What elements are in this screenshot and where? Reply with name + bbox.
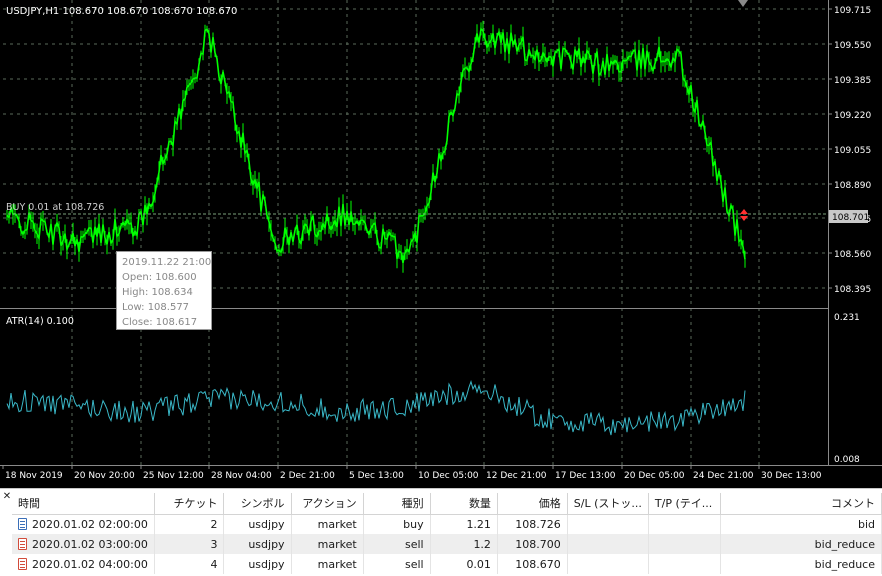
row-symbol: usdjpy xyxy=(223,554,292,574)
price-tick-label: 109.715 xyxy=(834,6,871,16)
price-chart[interactable]: 109.715 109.550 109.385 109.220 109.055 108.8… xyxy=(0,0,882,488)
price-axis-border xyxy=(828,0,829,466)
row-comment: bid xyxy=(720,514,882,534)
row-time-text: 2020.01.02 04:00:00 xyxy=(32,557,148,571)
header-comment[interactable]: コメント xyxy=(720,493,882,515)
date-tick-label: 30 Dec 13:00 xyxy=(761,471,822,481)
candle-tooltip: 2019.11.22 21:00 Open: 108.600 High: 108… xyxy=(116,251,212,330)
row-symbol: usdjpy xyxy=(223,534,292,554)
orders-panel: ✕ 時間 チケット シンボル アクション 種別 数量 価格 S/L (ストッ..… xyxy=(0,488,882,576)
row-ticket: 4 xyxy=(154,554,225,574)
price-tick-label: 109.220 xyxy=(834,111,871,121)
row-time-text: 2020.01.02 02:00:00 xyxy=(32,517,148,531)
header-type[interactable]: 種別 xyxy=(363,493,431,515)
time-axis-border xyxy=(0,465,882,466)
row-price: 108.670 xyxy=(497,554,568,574)
chart-title: USDJPY,H1 108.670 108.670 108.670 108.67… xyxy=(6,6,237,17)
date-tick-label: 24 Dec 21:00 xyxy=(693,471,754,481)
price-axis: 109.715 109.550 109.385 109.220 109.055 108.8… xyxy=(828,6,871,295)
row-volume: 1.21 xyxy=(430,514,498,534)
row-stop-loss xyxy=(567,514,649,534)
row-volume: 1.2 xyxy=(430,534,498,554)
row-comment: bid_reduce xyxy=(720,554,882,574)
row-time: 2020.01.02 02:00:00 xyxy=(12,514,155,534)
atr-min-tick: 0.008 xyxy=(834,455,860,465)
orders-table: 時間 チケット シンボル アクション 種別 数量 価格 S/L (ストッ... … xyxy=(12,493,882,574)
row-stop-loss xyxy=(567,554,649,574)
atr-max-tick: 0.231 xyxy=(834,313,860,323)
row-ticket: 2 xyxy=(154,514,225,534)
table-header-row: 時間 チケット シンボル アクション 種別 数量 価格 S/L (ストッ... … xyxy=(12,493,882,515)
price-tick-label: 109.385 xyxy=(834,76,871,86)
header-stop-loss[interactable]: S/L (ストッ... xyxy=(567,493,649,515)
row-take-profit xyxy=(648,514,721,534)
tooltip-low: Low: 108.577 xyxy=(122,302,190,313)
row-action: market xyxy=(291,534,364,554)
row-comment: bid_reduce xyxy=(720,534,882,554)
date-tick-label: 12 Dec 21:00 xyxy=(486,471,547,481)
tooltip-high: High: 108.634 xyxy=(122,287,193,298)
header-price[interactable]: 価格 xyxy=(497,493,568,515)
date-tick-label: 28 Nov 04:00 xyxy=(211,471,272,481)
header-volume[interactable]: 数量 xyxy=(430,493,498,515)
table-row[interactable]: 2020.01.02 03:00:00 3 usdjpy market sell… xyxy=(12,534,882,554)
table-row[interactable]: 2020.01.02 02:00:00 2 usdjpy market buy … xyxy=(12,514,882,534)
header-take-profit[interactable]: T/P (テイ... xyxy=(648,493,721,515)
buy-order-icon xyxy=(18,517,27,530)
date-tick-label: 10 Dec 05:00 xyxy=(418,471,479,481)
date-tick-label: 18 Nov 2019 xyxy=(5,471,63,481)
row-symbol: usdjpy xyxy=(223,514,292,534)
tooltip-close: Close: 108.617 xyxy=(122,317,198,328)
date-tick-label: 20 Nov 20:00 xyxy=(74,471,135,481)
row-stop-loss xyxy=(567,534,649,554)
row-time: 2020.01.02 03:00:00 xyxy=(12,534,155,554)
row-take-profit xyxy=(648,534,721,554)
chart-background xyxy=(0,0,882,488)
tooltip-open: Open: 108.600 xyxy=(122,272,197,283)
header-symbol[interactable]: シンボル xyxy=(223,493,292,515)
table-row[interactable]: 2020.01.02 04:00:00 4 usdjpy market sell… xyxy=(12,554,882,574)
current-price-label: 108.701 xyxy=(832,213,869,223)
row-ticket: 3 xyxy=(154,534,225,554)
sell-order-icon xyxy=(18,557,27,570)
row-time: 2020.01.02 04:00:00 xyxy=(12,554,155,574)
price-tick-label: 108.890 xyxy=(834,181,871,191)
date-tick-label: 17 Dec 13:00 xyxy=(555,471,616,481)
row-type: buy xyxy=(363,514,431,534)
date-tick-label: 5 Dec 13:00 xyxy=(349,471,404,481)
date-tick-label: 2 Dec 21:00 xyxy=(280,471,335,481)
sell-order-icon xyxy=(18,537,27,550)
price-tick-label: 108.560 xyxy=(834,250,871,260)
close-icon[interactable]: ✕ xyxy=(2,491,12,502)
price-tick-label: 109.055 xyxy=(834,146,871,156)
row-type: sell xyxy=(363,554,431,574)
row-type: sell xyxy=(363,534,431,554)
header-action[interactable]: アクション xyxy=(291,493,364,515)
row-price: 108.726 xyxy=(497,514,568,534)
tooltip-time: 2019.11.22 21:00 xyxy=(122,257,212,268)
date-tick-label: 25 Nov 12:00 xyxy=(143,471,204,481)
header-ticket[interactable]: チケット xyxy=(154,493,225,515)
row-action: market xyxy=(291,514,364,534)
row-time-text: 2020.01.02 03:00:00 xyxy=(32,537,148,551)
row-take-profit xyxy=(648,554,721,574)
row-price: 108.700 xyxy=(497,534,568,554)
header-time[interactable]: 時間 xyxy=(12,493,155,515)
row-action: market xyxy=(291,554,364,574)
price-tick-label: 109.550 xyxy=(834,41,871,51)
date-tick-label: 20 Dec 05:00 xyxy=(624,471,685,481)
order-label: BUY 0.01 at 108.726 xyxy=(6,202,104,213)
indicator-label: ATR(14) 0.100 xyxy=(6,316,74,327)
row-volume: 0.01 xyxy=(430,554,498,574)
price-tick-label: 108.395 xyxy=(834,285,871,295)
